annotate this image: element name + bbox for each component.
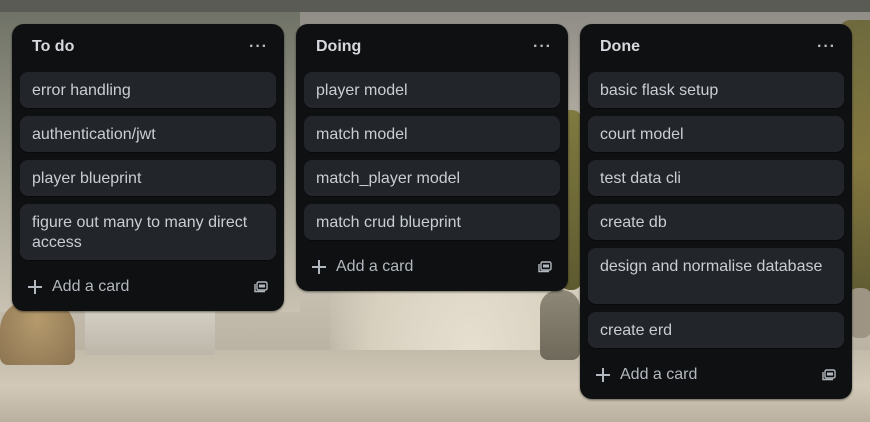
plus-icon: [28, 280, 42, 294]
card[interactable]: match crud blueprint: [304, 204, 560, 240]
add-card-button[interactable]: Add a card: [596, 366, 697, 384]
card[interactable]: court model: [588, 116, 844, 152]
list-doing: Doing ··· player model match model match…: [296, 24, 568, 291]
list-done: Done ··· basic flask setup court model t…: [580, 24, 852, 399]
card[interactable]: player blueprint: [20, 160, 276, 196]
list-to-do: To do ··· error handling authentication/…: [12, 24, 284, 311]
add-card-button[interactable]: Add a card: [28, 278, 129, 296]
list-title[interactable]: Done: [600, 38, 640, 56]
add-card-label: Add a card: [336, 258, 414, 275]
more-horizontal-icon[interactable]: ···: [249, 39, 268, 55]
more-horizontal-icon[interactable]: ···: [533, 39, 552, 55]
list-header: Doing ···: [316, 36, 552, 58]
card[interactable]: figure out many to many direct access: [20, 204, 276, 260]
card-template-icon[interactable]: [254, 281, 268, 293]
card[interactable]: design and normalise database: [588, 248, 844, 304]
plus-icon: [312, 260, 326, 274]
background-table: [85, 310, 215, 355]
list-header: To do ···: [32, 36, 268, 58]
card[interactable]: test data cli: [588, 160, 844, 196]
add-card-row: Add a card: [28, 275, 268, 299]
add-card-label: Add a card: [620, 366, 698, 383]
plus-icon: [596, 368, 610, 382]
add-card-row: Add a card: [312, 255, 552, 279]
add-card-label: Add a card: [52, 278, 130, 295]
background-strip: [0, 0, 870, 12]
add-card-button[interactable]: Add a card: [312, 258, 413, 276]
card[interactable]: match_player model: [304, 160, 560, 196]
list-header: Done ···: [600, 36, 836, 58]
add-card-row: Add a card: [596, 363, 836, 387]
card[interactable]: match model: [304, 116, 560, 152]
card-template-icon[interactable]: [538, 261, 552, 273]
card[interactable]: basic flask setup: [588, 72, 844, 108]
card[interactable]: error handling: [20, 72, 276, 108]
card-template-icon[interactable]: [822, 369, 836, 381]
card[interactable]: create erd: [588, 312, 844, 348]
list-title[interactable]: Doing: [316, 38, 361, 56]
list-title[interactable]: To do: [32, 38, 74, 56]
card[interactable]: authentication/jwt: [20, 116, 276, 152]
card[interactable]: create db: [588, 204, 844, 240]
more-horizontal-icon[interactable]: ···: [817, 39, 836, 55]
card[interactable]: player model: [304, 72, 560, 108]
background-pot: [540, 290, 580, 360]
